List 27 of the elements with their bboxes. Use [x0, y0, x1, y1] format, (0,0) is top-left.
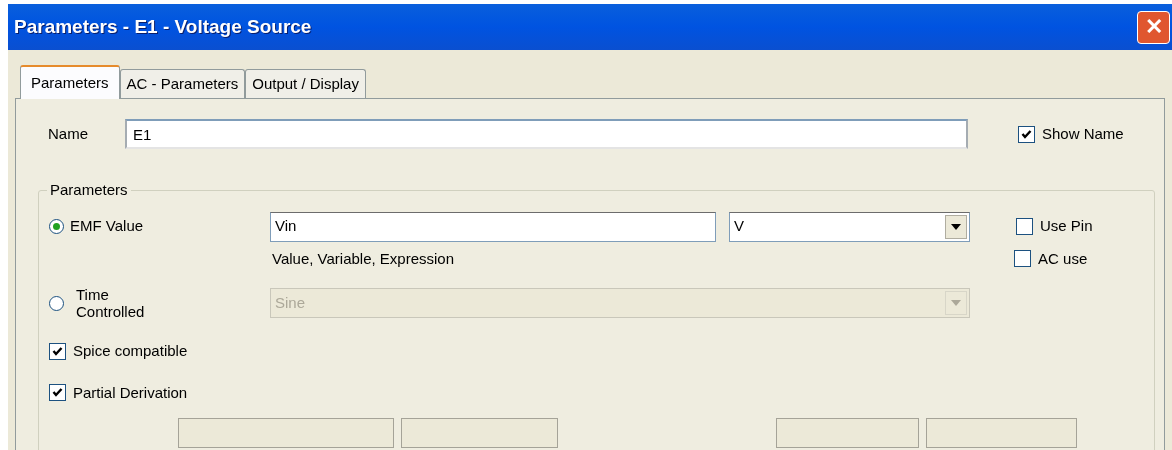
emf-value-field[interactable]: Vin	[270, 211, 716, 242]
checkbox[interactable]	[1014, 250, 1032, 268]
check-icon	[52, 345, 63, 357]
radio-label: EMF Value	[70, 216, 145, 237]
checkbox-label: Use Pin	[1040, 216, 1093, 237]
checkbox-label: Show Name	[1042, 123, 1124, 144]
unit-dropdown[interactable]: V	[729, 211, 970, 242]
window-title: Parameters - E1 - Voltage Source	[14, 14, 312, 39]
checkbox-label: Partial Derivation	[73, 382, 188, 403]
group-title: Parameters	[49, 180, 129, 200]
tab[interactable]: Parameters	[20, 65, 120, 99]
radio-label: Time Controlled	[76, 286, 146, 320]
close-button[interactable]: ✕	[1137, 10, 1170, 44]
tab[interactable]: Output / Display	[245, 69, 366, 98]
hint-text: Value, Variable, Expression	[272, 248, 455, 269]
checkbox[interactable]	[1016, 218, 1033, 235]
check-icon	[1021, 128, 1032, 140]
checkbox[interactable]	[49, 342, 66, 360]
name-field[interactable]: E1	[125, 119, 968, 149]
radio-button[interactable]	[49, 219, 64, 234]
checkbox[interactable]	[1018, 125, 1035, 143]
checkbox[interactable]	[49, 384, 66, 402]
checkbox-label: AC use	[1038, 248, 1088, 269]
name-label: Name	[48, 123, 89, 144]
checkbox-label: Spice compatible	[73, 341, 188, 361]
check-icon	[52, 387, 63, 399]
tab[interactable]: AC - Parameters	[119, 69, 246, 98]
